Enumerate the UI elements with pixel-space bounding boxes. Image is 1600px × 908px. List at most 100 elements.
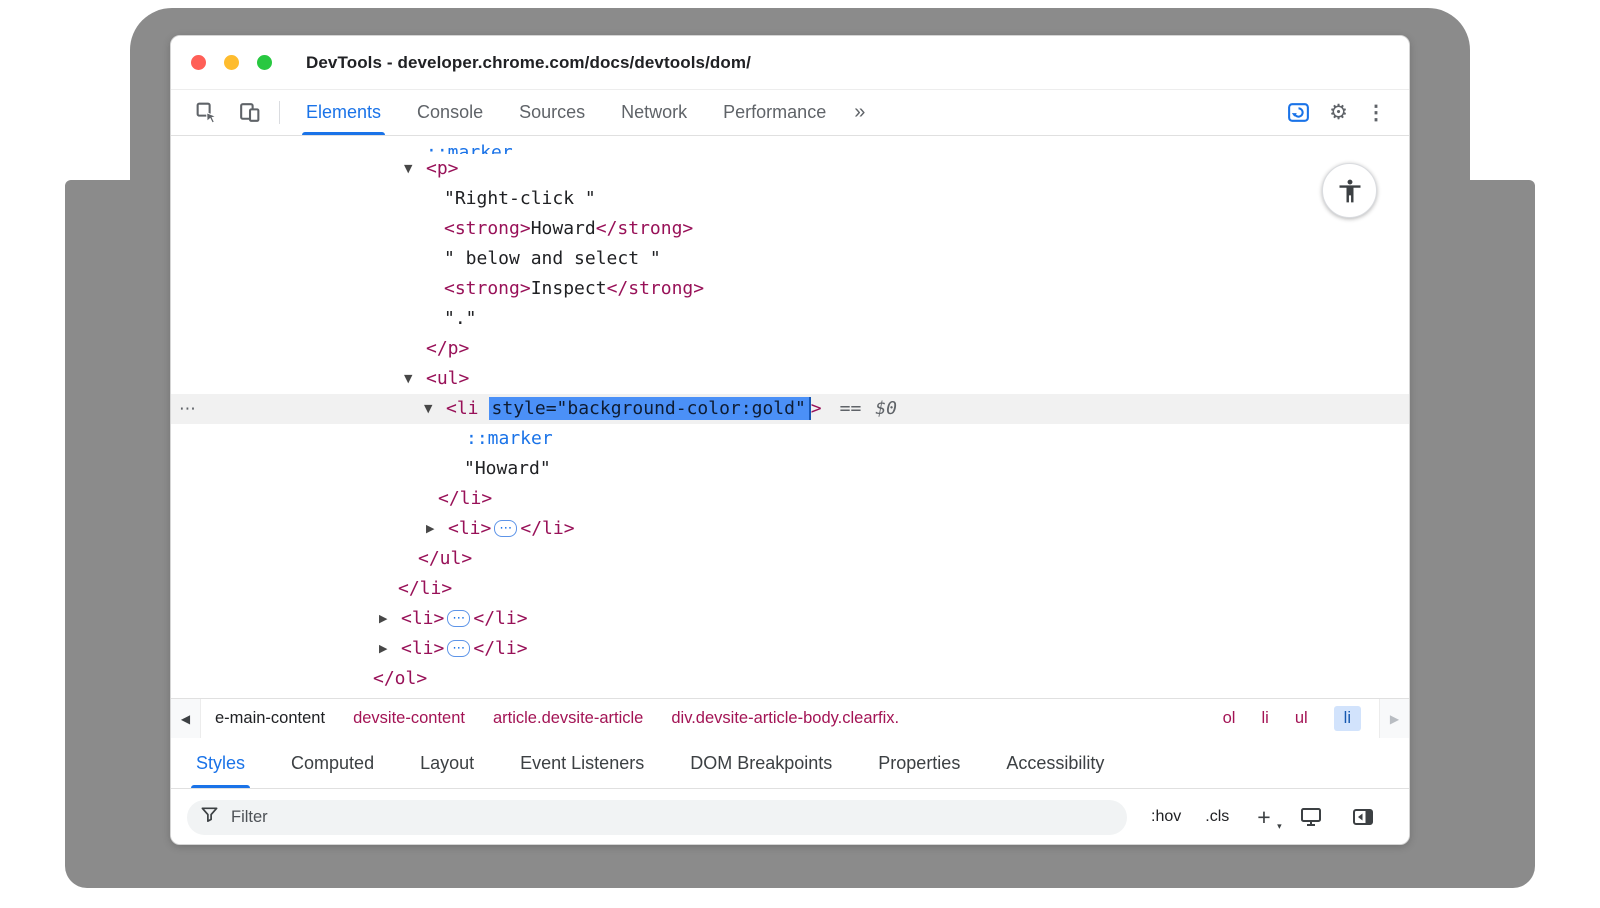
devtools-toolbar: Elements Console Sources Network Perform…	[171, 90, 1409, 136]
dom-node-li-collapsed[interactable]: ▶<li>⋯</li>	[171, 604, 1409, 634]
dom-text-node[interactable]: "Right-click "	[171, 184, 1409, 214]
inspect-element-icon[interactable]	[185, 90, 228, 135]
filter-field-wrap	[187, 800, 1127, 835]
window-title: DevTools - developer.chrome.com/docs/dev…	[306, 53, 751, 73]
breadcrumb-item[interactable]: ol	[1223, 709, 1236, 728]
tag-token: </li>	[473, 638, 527, 659]
minimize-window-button[interactable]	[224, 55, 239, 70]
rendering-emulation-icon[interactable]	[1299, 805, 1323, 829]
titlebar: DevTools - developer.chrome.com/docs/dev…	[171, 36, 1409, 90]
breadcrumb-item[interactable]: li	[1261, 709, 1268, 728]
breadcrumb-item[interactable]: div.devsite-article-body.clearfix.	[671, 709, 899, 728]
dom-node-strong[interactable]: <strong>Howard</strong>	[171, 214, 1409, 244]
tab-dom-breakpoints[interactable]: DOM Breakpoints	[667, 738, 855, 788]
close-window-button[interactable]	[191, 55, 206, 70]
expand-arrow-icon[interactable]: ▼	[404, 154, 426, 184]
pseudo-element-label: ::marker	[466, 428, 553, 449]
pseudo-element-label: ::marker	[426, 138, 513, 154]
breadcrumb-item[interactable]: article.devsite-article	[493, 709, 643, 728]
devtools-window: DevTools - developer.chrome.com/docs/dev…	[170, 35, 1410, 845]
dom-text-node[interactable]: " below and select "	[171, 244, 1409, 274]
element-state-hov-button[interactable]: :hov	[1151, 808, 1181, 826]
dom-tree: ::marker ▼<p> "Right-click " <strong>How…	[171, 136, 1409, 698]
plus-caret-icon: ▾	[1277, 822, 1282, 831]
accessibility-person-icon	[1336, 177, 1364, 205]
tag-token: </ol>	[373, 668, 427, 689]
breadcrumb-scroll-left-button[interactable]: ◀	[171, 699, 201, 738]
screencast-icon[interactable]	[1277, 100, 1320, 125]
tag-token: <strong>	[444, 218, 531, 239]
plus-icon: +	[1257, 804, 1270, 830]
dom-node-ul-open[interactable]: ▼<ul>	[171, 364, 1409, 394]
tag-token: <ul>	[426, 368, 469, 389]
breadcrumb-item-selected[interactable]: li	[1334, 706, 1361, 731]
accessibility-floating-button[interactable]	[1322, 163, 1377, 218]
breadcrumb-item[interactable]: devsite-content	[353, 709, 465, 728]
tag-token: </p>	[426, 338, 469, 359]
dom-node-li-close[interactable]: </li>	[171, 574, 1409, 604]
breadcrumb-scroll-right-button[interactable]: ▶	[1379, 699, 1409, 738]
collapsed-children-ellipsis-icon[interactable]: ⋯	[494, 520, 517, 537]
collapsed-children-ellipsis-icon[interactable]: ⋯	[447, 640, 470, 657]
console-reference-token: $0	[875, 398, 897, 419]
collapse-arrow-icon[interactable]: ▶	[426, 514, 448, 544]
collapse-arrow-icon[interactable]: ▶	[379, 604, 401, 634]
tab-accessibility[interactable]: Accessibility	[983, 738, 1127, 788]
collapsed-children-ellipsis-icon[interactable]: ⋯	[447, 610, 470, 627]
dom-node-clipped-marker[interactable]: ::marker	[171, 138, 1409, 154]
zoom-window-button[interactable]	[257, 55, 272, 70]
tag-token: </li>	[520, 518, 574, 539]
dom-node-li-close[interactable]: </li>	[171, 484, 1409, 514]
expand-arrow-icon[interactable]: ▼	[424, 394, 446, 424]
sidebar-toggle-icon[interactable]	[1351, 805, 1375, 829]
tab-console[interactable]: Console	[413, 90, 487, 135]
more-tabs-chevron[interactable]: »	[854, 90, 865, 135]
expand-arrow-icon[interactable]: ▼	[404, 364, 426, 394]
dom-node-ul-close[interactable]: </ul>	[171, 544, 1409, 574]
settings-gear-icon[interactable]: ⚙	[1320, 102, 1357, 123]
tag-token: <p>	[426, 158, 459, 179]
stage: DevTools - developer.chrome.com/docs/dev…	[0, 0, 1600, 908]
tab-styles[interactable]: Styles	[173, 738, 268, 788]
styles-filter-input[interactable]	[187, 800, 1127, 835]
dom-node-li-collapsed[interactable]: ▶<li>⋯</li>	[171, 514, 1409, 544]
equals-token: ==	[840, 398, 862, 419]
new-style-rule-plus-button[interactable]: +▾	[1257, 806, 1270, 829]
tag-token: <li>	[401, 608, 444, 629]
dom-node-p-open[interactable]: ▼<p>	[171, 154, 1409, 184]
selected-style-attribute[interactable]: style="background-color:gold"	[489, 397, 811, 420]
text-token: "."	[444, 308, 477, 329]
breadcrumb-item[interactable]: e-main-content	[215, 709, 325, 728]
dom-node-ol-close[interactable]: </ol>	[171, 664, 1409, 694]
dom-text-node[interactable]: "Howard"	[171, 454, 1409, 484]
collapse-arrow-icon[interactable]: ▶	[379, 634, 401, 664]
tab-event-listeners[interactable]: Event Listeners	[497, 738, 667, 788]
text-token: " below and select "	[444, 248, 661, 269]
tab-layout[interactable]: Layout	[397, 738, 497, 788]
dom-node-strong[interactable]: <strong>Inspect</strong>	[171, 274, 1409, 304]
tag-token: </strong>	[596, 218, 694, 239]
sidebar-panel-tabs: Styles Computed Layout Event Listeners D…	[171, 738, 1409, 788]
tab-elements[interactable]: Elements	[302, 90, 385, 135]
tab-performance[interactable]: Performance	[719, 90, 830, 135]
tag-token: </li>	[473, 608, 527, 629]
tab-properties[interactable]: Properties	[855, 738, 983, 788]
dom-node-li-collapsed[interactable]: ▶<li>⋯</li>	[171, 634, 1409, 664]
tag-token: <li>	[448, 518, 491, 539]
tab-computed[interactable]: Computed	[268, 738, 397, 788]
breadcrumb-item[interactable]: ul	[1295, 709, 1308, 728]
toolbar-divider	[279, 101, 280, 124]
more-options-kebab-icon[interactable]: ⋮	[1357, 100, 1395, 125]
text-token: "Right-click "	[444, 188, 596, 209]
node-overflow-dots-icon[interactable]: ⋯	[179, 394, 194, 424]
dom-node-li-selected[interactable]: ⋯▼<listyle="background-color:gold">==$0	[171, 394, 1409, 424]
device-toolbar-icon[interactable]	[228, 90, 271, 135]
element-class-cls-button[interactable]: .cls	[1205, 808, 1229, 826]
dom-node-marker-pseudo[interactable]: ::marker	[171, 424, 1409, 454]
dom-text-node[interactable]: "."	[171, 304, 1409, 334]
dom-node-p-close[interactable]: </p>	[171, 334, 1409, 364]
tab-sources[interactable]: Sources	[515, 90, 589, 135]
tag-token: <li>	[401, 638, 444, 659]
text-token: Inspect	[531, 278, 607, 299]
tab-network[interactable]: Network	[617, 90, 691, 135]
